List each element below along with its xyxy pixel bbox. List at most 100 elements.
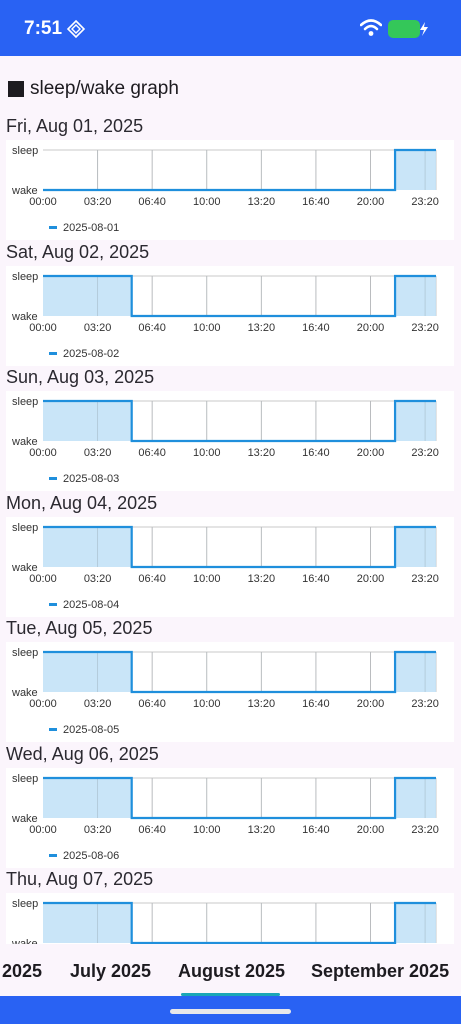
page-title: sleep/wake graph — [8, 78, 179, 100]
status-time: 7:51 — [24, 18, 63, 39]
x-tick-label: 00:00 — [29, 573, 57, 585]
x-tick-label: 03:20 — [84, 824, 112, 836]
x-tick-label: 06:40 — [138, 698, 166, 710]
x-tick-label: 23:20 — [411, 196, 439, 208]
tab-august-2025[interactable]: August 2025 — [178, 961, 285, 982]
x-tick-label: 23:20 — [411, 322, 439, 334]
sleep-area — [43, 903, 436, 943]
x-tick-label: 20:00 — [357, 196, 385, 208]
app-notification-icon — [66, 19, 86, 39]
wifi-icon — [360, 19, 382, 36]
day-block: Sun, Aug 03, 2025 wake sleep 00:00 03:20 06:4… — [0, 367, 461, 492]
legend-label: 2025-08-05 — [63, 724, 119, 736]
legend-label: 2025-08-04 — [63, 599, 119, 611]
x-tick-label: 13:20 — [248, 698, 276, 710]
day-heading: Fri, Aug 01, 2025 — [6, 116, 144, 136]
month-tab-bar: 2025 July 2025 August 2025 September 202… — [0, 944, 461, 996]
y-tick-label: sleep — [12, 271, 38, 283]
x-tick-label: 00:00 — [29, 322, 57, 334]
x-tick-label: 13:20 — [248, 322, 276, 334]
x-tick-label: 03:20 — [84, 196, 112, 208]
graph-scroll-area[interactable]: sleep/wake graph Fri, Aug 01, 2025 wake sl… — [0, 56, 461, 944]
x-tick-label: 13:20 — [248, 573, 276, 585]
x-tick-label: 16:40 — [302, 322, 330, 334]
home-indicator[interactable] — [170, 1009, 291, 1014]
sleep-chart-card: wakesleep00:0003:2006:4010:0013:2016:402… — [6, 767, 454, 868]
y-tick-label: sleep — [12, 145, 38, 157]
x-tick-label: 03:20 — [84, 447, 112, 459]
sleep-wake-chart: wakesleep00:0003:2006:4010:0013:2016:402… — [11, 898, 437, 944]
x-tick-label: 00:00 — [29, 824, 57, 836]
x-tick-label: 20:00 — [357, 824, 385, 836]
x-tick-label: 10:00 — [193, 698, 221, 710]
x-tick-label: 00:00 — [29, 698, 57, 710]
y-tick-label: sleep — [12, 773, 38, 785]
day-heading: Tue, Aug 05, 2025 — [6, 618, 153, 638]
day-block: Sat, Aug 02, 2025 wake sleep 00:00 03:20 06:4… — [0, 242, 461, 367]
x-tick-label: 23:20 — [411, 824, 439, 836]
sleep-area — [43, 401, 436, 441]
x-tick-label: 16:40 — [302, 698, 330, 710]
x-tick-label: 03:20 — [84, 698, 112, 710]
x-tick-label: 13:20 — [248, 196, 276, 208]
day-heading: Wed, Aug 06, 2025 — [6, 743, 159, 764]
tab-july-2025[interactable]: July 2025 — [70, 961, 151, 982]
day-block: Mon, Aug 04, 2025 wake sleep 00:00 03:20 06:4… — [0, 493, 461, 618]
day-block: Tue, Aug 05, 2025 wake sleep 00:00 03:20 06:4… — [0, 618, 461, 743]
x-tick-label: 23:20 — [411, 698, 439, 710]
x-tick-label: 00:00 — [29, 447, 57, 459]
y-tick-label: sleep — [12, 647, 38, 659]
legend-label: 2025-08-02 — [63, 348, 119, 360]
sleep-area — [43, 652, 436, 692]
legend-swatch — [49, 602, 57, 606]
sleep-chart-card: wakesleep00:0003:2006:4010:0013:2016:402… — [6, 391, 454, 491]
sleep-area — [43, 150, 436, 190]
x-tick-label: 20:00 — [357, 573, 385, 585]
day-block: Wed, Aug 06, 2025 wake sleep 00:00 03:20 06:4… — [0, 744, 461, 869]
legend-label: 2025-08-03 — [63, 473, 119, 485]
day-block: Thu, Aug 07, 2025 wakesleep00:0003:2006:4… — [0, 869, 461, 944]
x-tick-label: 23:20 — [411, 573, 439, 585]
legend-swatch — [49, 351, 57, 355]
x-tick-label: 10:00 — [193, 573, 221, 585]
x-tick-label: 20:00 — [357, 698, 385, 710]
x-tick-label: 06:40 — [138, 824, 166, 836]
x-tick-label: 13:20 — [248, 447, 276, 459]
x-tick-label: 13:20 — [248, 824, 276, 836]
legend-swatch — [49, 853, 57, 857]
x-tick-label: 16:40 — [302, 824, 330, 836]
sleep-chart-card: wakesleep00:0003:2006:4010:0013:2016:402… — [6, 140, 454, 240]
status-bar: 7:51 — [0, 0, 461, 56]
sleep-chart-card: wakesleep00:0003:2006:4010:0013:2016:402… — [6, 265, 454, 366]
legend-swatch — [49, 728, 57, 731]
sleep-line — [43, 148, 436, 192]
legend-label: 2025-08-01 — [63, 222, 119, 234]
x-tick-label: 10:00 — [193, 824, 221, 836]
battery-charging-icon — [388, 20, 428, 38]
sleep-chart-card: wakesleep00:0003:2006:4010:0013:2016:402… — [6, 516, 454, 617]
sleep-wake-chart: wakesleep00:0003:2006:4010:0013:2016:402… — [11, 271, 439, 360]
y-tick-label: sleep — [12, 396, 38, 408]
sleep-wake-chart: wakesleep00:0003:2006:4010:0013:2016:402… — [11, 522, 439, 611]
x-tick-label: 06:40 — [138, 447, 166, 459]
day-heading: Sun, Aug 03, 2025 — [6, 367, 155, 387]
y-tick-label: sleep — [12, 522, 38, 534]
sleep-chart-card: wakesleep00:0003:2006:4010:0013:2016:402… — [6, 893, 454, 944]
legend-swatch — [49, 226, 57, 229]
tab-september-2025[interactable]: September 2025 — [311, 961, 449, 982]
y-tick-label: sleep — [12, 898, 38, 910]
x-tick-label: 23:20 — [411, 447, 439, 459]
x-tick-label: 20:00 — [357, 322, 385, 334]
sleep-area — [43, 275, 436, 316]
legend-label: 2025-08-06 — [63, 850, 119, 862]
sleep-chart-card: wakesleep00:0003:2006:4010:0013:2016:402… — [6, 642, 454, 742]
x-tick-label: 10:00 — [193, 196, 221, 208]
tab-june-2025[interactable]: 2025 — [2, 961, 42, 982]
x-tick-label: 03:20 — [84, 322, 112, 334]
x-tick-label: 03:20 — [84, 573, 112, 585]
x-tick-label: 20:00 — [357, 447, 385, 459]
sleep-wake-chart: wakesleep00:0003:2006:4010:0013:2016:402… — [11, 396, 439, 485]
page-title-text: sleep/wake graph — [30, 78, 179, 99]
day-heading: Mon, Aug 04, 2025 — [6, 492, 158, 513]
sleep-wake-chart: wakesleep00:0003:2006:4010:0013:2016:402… — [11, 145, 439, 234]
